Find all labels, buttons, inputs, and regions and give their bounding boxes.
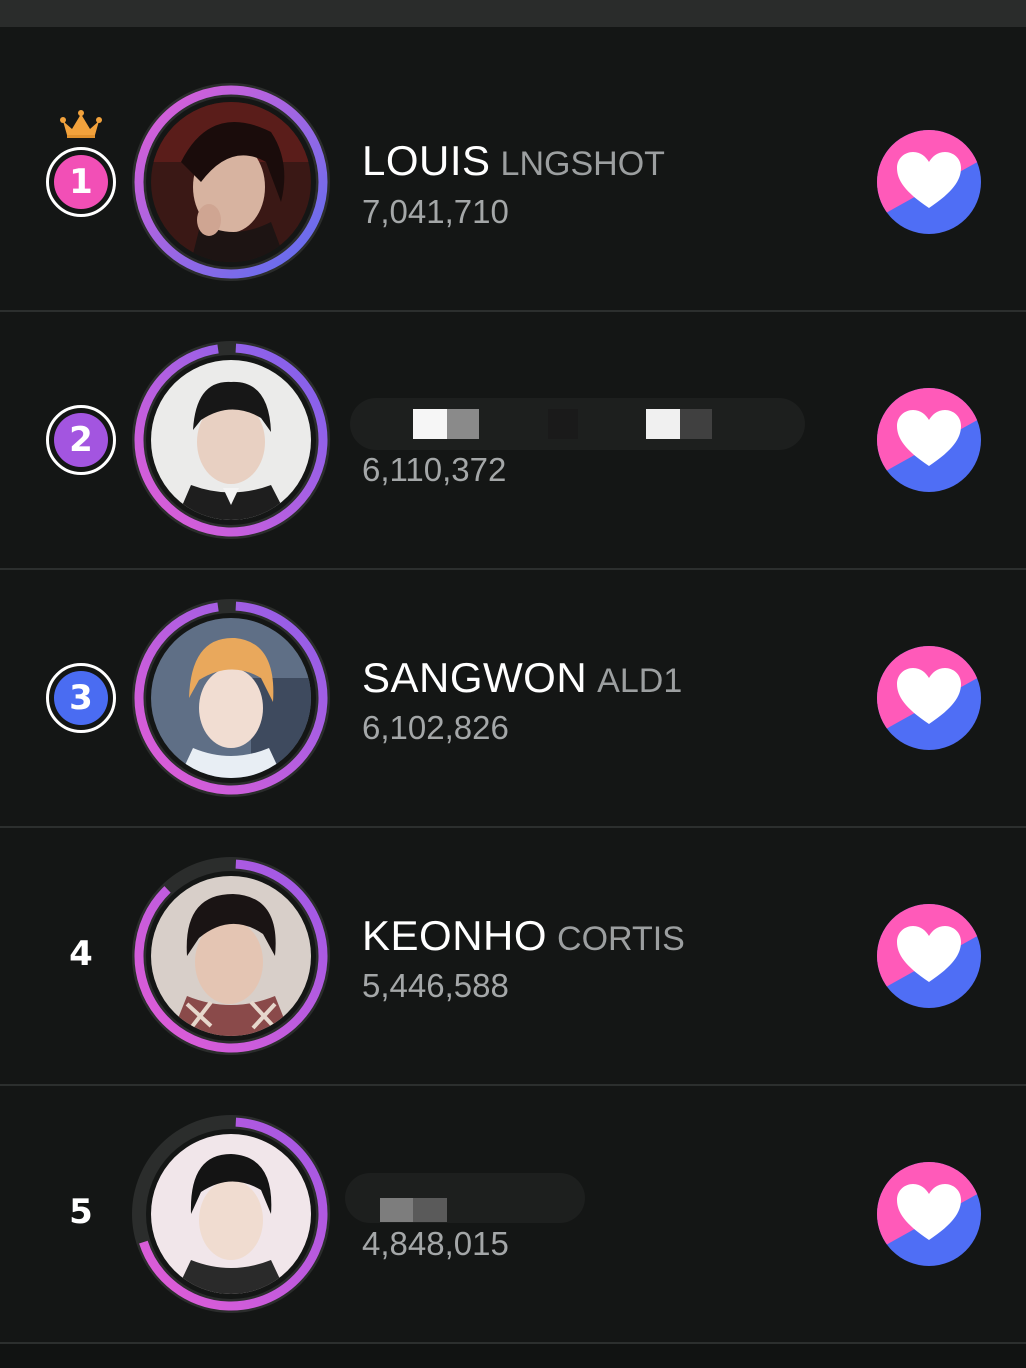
rank-number: 4 [69, 934, 93, 974]
vote-heart-button[interactable] [877, 1162, 981, 1266]
rank-badge: 2 [46, 405, 116, 475]
vote-heart-button[interactable] [877, 130, 981, 234]
ranking-row-4[interactable]: 4 KEONHO CORTIS 5,446,588 [0, 828, 1026, 1086]
ranking-row-3[interactable]: 3 SANGWON ALD1 6,102,826 [0, 570, 1026, 828]
avatar [151, 1134, 311, 1294]
rank-number: 2 [54, 413, 108, 467]
crown-icon [60, 110, 102, 138]
vote-count: 6,102,826 [362, 709, 509, 746]
heart-icon [877, 388, 981, 492]
heart-icon [877, 130, 981, 234]
top-status-bar [0, 0, 1026, 27]
ranking-row-2[interactable]: 2 6,110,372 [0, 312, 1026, 570]
rank-number: 1 [54, 155, 108, 209]
ranking-row-1[interactable]: 1 LOUIS LNGSHOT 7,041,710 [0, 27, 1026, 312]
artist-name: KEONHO [362, 912, 548, 959]
artist-name-line: SANGWON ALD1 [362, 654, 682, 702]
artist-group: CORTIS [557, 920, 685, 958]
heart-icon [877, 1162, 981, 1266]
rank-badge: 3 [46, 663, 116, 733]
artist-name: SANGWON [362, 654, 588, 701]
artist-name-line: LOUIS LNGSHOT [362, 137, 665, 185]
avatar-with-progress-ring[interactable] [131, 856, 331, 1056]
ranking-list: 1 LOUIS LNGSHOT 7,041,710 2 6,110,372 3 … [0, 27, 1026, 1344]
vote-count: 6,110,372 [362, 451, 507, 488]
vote-count: 5,446,588 [362, 967, 509, 1004]
rank-badge: 1 [46, 147, 116, 217]
artist-name-line: KEONHO CORTIS [362, 912, 685, 960]
artist-group: LNGSHOT [500, 145, 665, 183]
avatar-with-progress-ring[interactable] [131, 598, 331, 798]
heart-icon [877, 646, 981, 750]
avatar-with-progress-ring[interactable] [131, 340, 331, 540]
heart-icon [877, 904, 981, 1008]
avatar-with-progress-ring[interactable] [131, 1114, 331, 1314]
artist-group: ALD1 [597, 662, 683, 700]
vote-heart-button[interactable] [877, 388, 981, 492]
avatar [151, 618, 311, 778]
avatar-with-progress-ring[interactable] [131, 82, 331, 282]
artist-name: LOUIS [362, 137, 491, 184]
avatar [151, 360, 311, 520]
vote-count: 7,041,710 [362, 193, 509, 230]
vote-count: 4,848,015 [362, 1225, 509, 1262]
avatar [151, 102, 311, 262]
vote-heart-button[interactable] [877, 904, 981, 1008]
vote-heart-button[interactable] [877, 646, 981, 750]
ranking-row-5[interactable]: 5 4,848,015 [0, 1086, 1026, 1344]
rank-number: 3 [54, 671, 108, 725]
avatar [151, 876, 311, 1036]
rank-number: 5 [69, 1192, 93, 1232]
